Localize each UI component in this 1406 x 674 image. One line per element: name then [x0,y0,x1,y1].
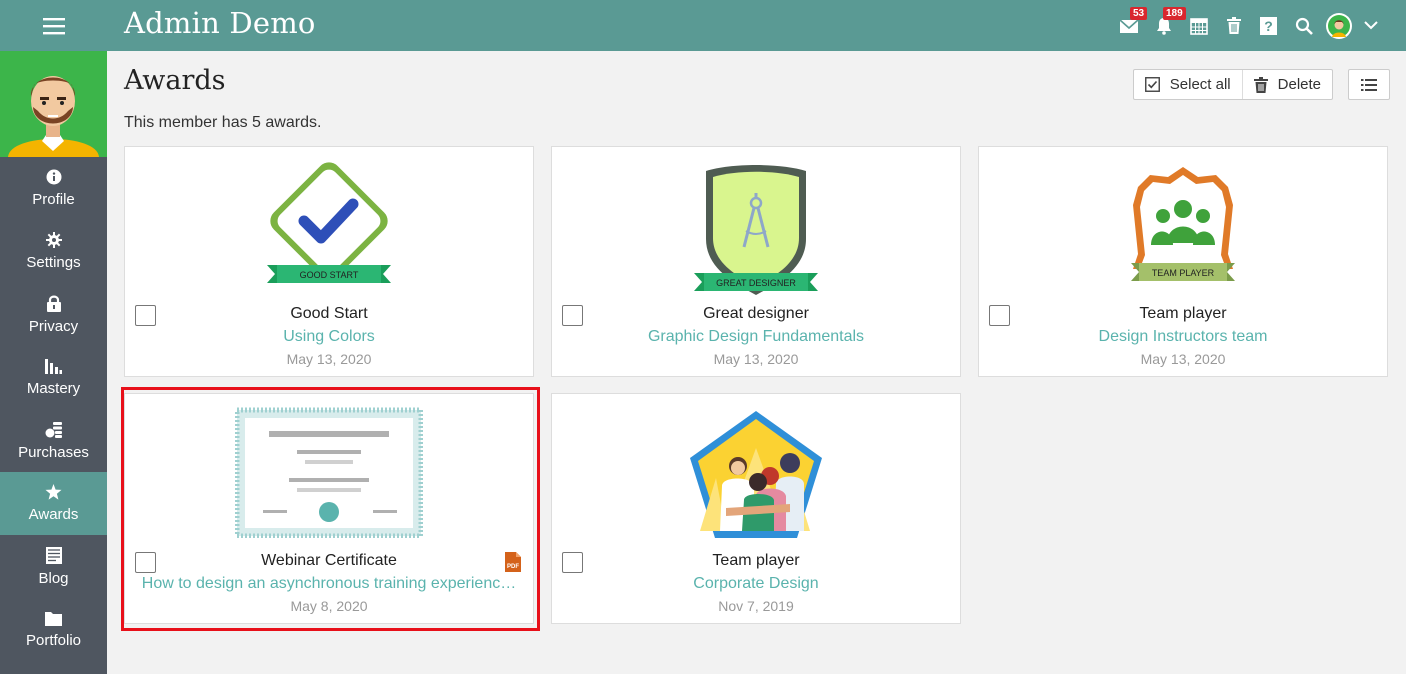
awards-count: This member has 5 awards. [124,114,322,131]
award-name: Team player [712,552,800,569]
sidebar-item-portfolio[interactable]: Portfolio [0,598,107,661]
coins-icon [45,421,62,438]
badge-ribbon-text: GREAT DESIGNER [716,278,796,288]
select-all-label: Select all [1169,76,1231,93]
award-date: Nov 7, 2019 [718,598,794,614]
pdf-icon[interactable]: PDF [505,552,521,577]
folder-icon [45,611,62,626]
award-name: Webinar Certificate [261,552,397,569]
award-course-link[interactable]: Corporate Design [564,575,948,593]
messages-button[interactable]: 53 [1111,0,1148,51]
team-player-badge-image: TEAM PLAYER [979,159,1387,299]
toolbar: Select all Delete [1132,69,1333,100]
award-card[interactable]: Webinar Certificate PDF How to design an… [124,393,534,624]
trash-button[interactable] [1216,0,1251,51]
sidebar-item-label: Mastery [26,380,81,397]
menu-icon[interactable] [0,0,107,51]
help-icon: ? [1260,16,1277,35]
svg-text:PDF: PDF [507,564,519,570]
delete-label: Delete [1277,76,1321,93]
help-button[interactable]: ? [1251,0,1286,51]
sidebar-item-privacy[interactable]: Privacy [0,283,107,346]
profile-avatar[interactable] [0,51,107,157]
gear-icon [45,232,62,248]
trash-icon [1253,76,1268,93]
good-start-badge-image: GOOD START [125,159,533,299]
team-player-group-badge-image [552,408,960,548]
badge-ribbon-text: TEAM PLAYER [1152,268,1215,278]
sidebar: Profile Settings Privacy Mastery Purchas… [0,51,107,674]
user-menu-toggle[interactable] [1356,0,1386,51]
star-icon [45,484,62,500]
page-title: Awards [124,65,226,96]
award-course-link[interactable]: How to design an asynchronous training e… [137,575,521,593]
trash-icon [1226,16,1241,34]
award-card[interactable]: Team player Corporate Design Nov 7, 2019 [551,393,961,624]
user-avatar [1325,12,1352,39]
award-date: May 8, 2020 [290,598,368,614]
app-title: Admin Demo [124,6,316,40]
bar-chart-icon [45,359,62,374]
sidebar-item-label: Profile [32,191,75,208]
sidebar-item-label: Settings [26,254,81,271]
lock-icon [46,295,61,312]
sidebar-item-settings[interactable]: Settings [0,220,107,283]
svg-text:?: ? [1264,18,1273,34]
sidebar-item-blog[interactable]: Blog [0,535,107,598]
award-course-link[interactable]: Using Colors [137,328,521,346]
badge-ribbon-text: GOOD START [300,270,359,280]
sidebar-item-label: Portfolio [25,631,82,649]
calendar-button[interactable] [1181,0,1216,51]
checkbox-icon [1144,77,1160,92]
certificate-image [125,406,533,546]
award-card[interactable]: TEAM PLAYER Team player Design Instructo… [978,146,1388,377]
award-name: Team player [1139,305,1227,322]
main-content: Awards This member has 5 awards. Select … [107,51,1406,674]
top-bar: Admin Demo 53 189 ? [0,0,1406,51]
sidebar-item-label: Awards [28,506,79,523]
sidebar-item-label: Blog [38,569,69,587]
award-date: May 13, 2020 [286,351,372,367]
sidebar-item-purchases[interactable]: Purchases [0,409,107,472]
award-date: May 13, 2020 [1140,351,1226,367]
award-date: May 13, 2020 [713,351,799,367]
award-name: Good Start [290,305,368,322]
delete-button[interactable]: Delete [1241,70,1332,99]
award-card[interactable]: GREAT DESIGNER Great designer Graphic De… [551,146,961,377]
list-view-button[interactable] [1348,69,1390,100]
award-course-link[interactable]: Design Instructors team [991,328,1375,346]
sidebar-item-label: Purchases [18,443,89,461]
user-menu[interactable] [1321,0,1356,51]
messages-badge: 53 [1130,7,1148,20]
blog-icon [45,546,62,564]
select-all-button[interactable]: Select all [1134,70,1242,99]
top-icons: 53 189 ? [1111,0,1386,51]
search-button[interactable] [1286,0,1321,51]
sidebar-item-profile[interactable]: Profile [0,157,107,220]
sidebar-item-label: Privacy [28,317,79,335]
list-icon [1361,78,1377,91]
info-icon [46,169,61,185]
calendar-icon [1189,17,1208,35]
award-card[interactable]: GOOD START Good Start Using Colors May 1… [124,146,534,377]
award-name: Great designer [703,305,809,322]
notifications-button[interactable]: 189 [1146,0,1186,51]
sidebar-item-awards[interactable]: Awards [0,472,107,535]
sidebar-item-mastery[interactable]: Mastery [0,346,107,409]
chevron-down-icon [1364,21,1378,30]
search-icon [1295,17,1313,35]
award-course-link[interactable]: Graphic Design Fundamentals [564,328,948,346]
great-designer-badge-image: GREAT DESIGNER [552,159,960,299]
